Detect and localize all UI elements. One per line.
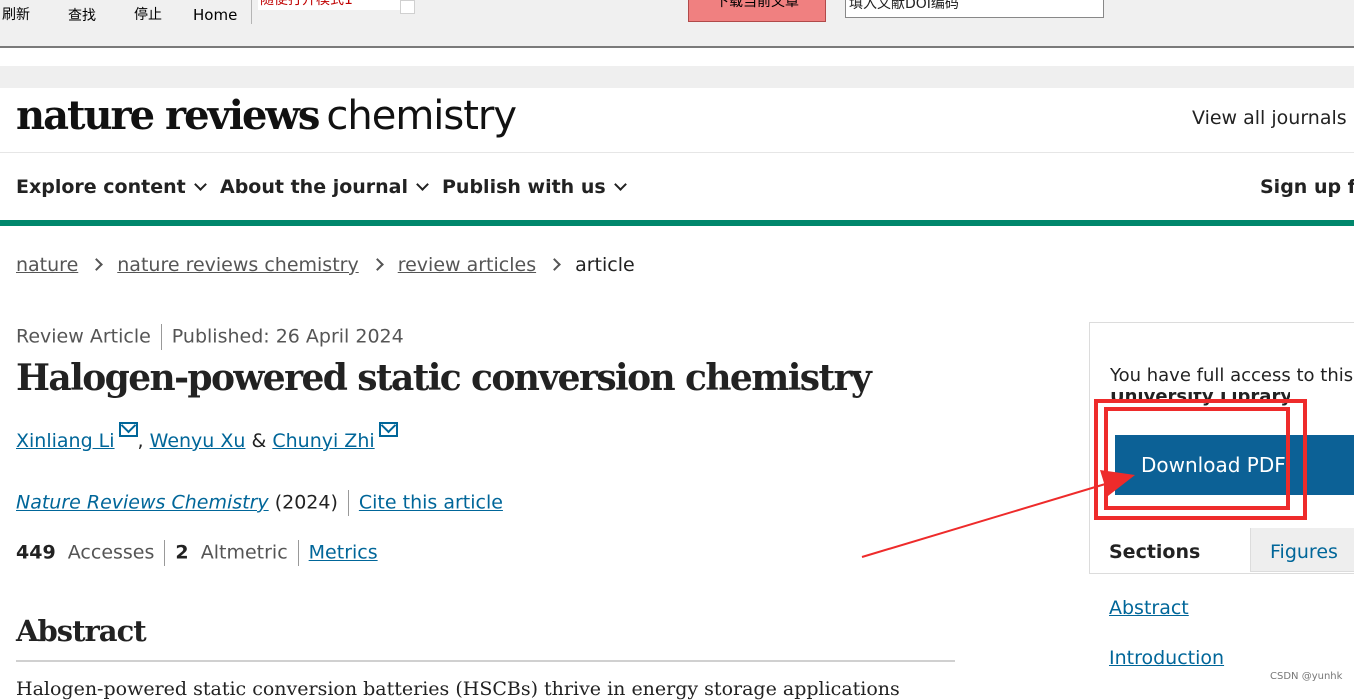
nav-sign-up[interactable]: Sign up fo bbox=[1260, 176, 1354, 198]
meta-divider bbox=[297, 540, 299, 566]
page-top-stripe bbox=[0, 66, 1354, 88]
chevron-down-icon bbox=[613, 178, 627, 191]
article-metrics: 449 Accesses 2 Altmetric Metrics bbox=[16, 540, 378, 566]
mode-dropdown-arrow[interactable] bbox=[400, 0, 415, 14]
chevron-right-icon bbox=[90, 258, 104, 271]
journal-logo[interactable]: nature reviews chemistry bbox=[16, 92, 517, 139]
chevron-down-icon bbox=[416, 178, 429, 191]
nav-explore-label: Explore content bbox=[16, 176, 186, 198]
breadcrumb-nature-reviews-chemistry[interactable]: nature reviews chemistry bbox=[117, 254, 358, 276]
meta-divider bbox=[160, 324, 162, 350]
journal-citation: Nature Reviews Chemistry (2024) Cite this… bbox=[16, 490, 503, 516]
toolbar-separator bbox=[251, 0, 252, 24]
doi-input[interactable]: 填入文献DOI编码 bbox=[845, 0, 1104, 18]
article-type: Review Article bbox=[16, 325, 151, 348]
section-link-abstract[interactable]: Abstract bbox=[1109, 597, 1189, 619]
nav-accent-bar bbox=[0, 220, 1354, 226]
find-button[interactable]: 查找 bbox=[68, 5, 96, 25]
author-link[interactable]: Chunyi Zhi bbox=[272, 430, 374, 452]
meta-divider bbox=[347, 490, 349, 516]
download-current-article-button[interactable]: 下载当前文章 bbox=[688, 0, 826, 22]
abstract-divider bbox=[16, 660, 955, 662]
section-link-introduction[interactable]: Introduction bbox=[1109, 647, 1224, 669]
mode-select[interactable]: 随便打开模式1 bbox=[258, 0, 400, 10]
logo-bold-text: nature reviews bbox=[16, 92, 320, 139]
breadcrumb-current: article bbox=[575, 254, 635, 276]
home-button[interactable]: Home bbox=[193, 6, 237, 24]
email-icon[interactable] bbox=[378, 422, 398, 437]
journal-name: Nature Reviews Chemistry bbox=[16, 491, 269, 514]
nav-publish[interactable]: Publish with us bbox=[442, 176, 627, 198]
access-notice: You have full access to this a bbox=[1110, 365, 1354, 386]
cite-article-link[interactable]: Cite this article bbox=[359, 492, 503, 514]
author-link[interactable]: Xinliang Li bbox=[16, 430, 115, 452]
meta-divider bbox=[164, 540, 166, 566]
accesses-label: Accesses bbox=[67, 541, 155, 564]
nav-about-journal[interactable]: About the journal bbox=[220, 176, 429, 198]
watermark: CSDN @yunhk bbox=[1270, 671, 1343, 682]
abstract-heading: Abstract bbox=[16, 614, 147, 648]
author-list: Xinliang Li, Wenyu Xu & Chunyi Zhi bbox=[16, 422, 398, 452]
stop-button[interactable]: 停止 bbox=[134, 4, 162, 24]
refresh-button[interactable]: 刷新 bbox=[2, 4, 30, 24]
chevron-down-icon bbox=[193, 178, 207, 191]
journal-link[interactable]: Nature Reviews Chemistry bbox=[16, 492, 269, 514]
metrics-link[interactable]: Metrics bbox=[309, 542, 378, 564]
email-icon[interactable] bbox=[118, 422, 138, 437]
browser-toolbar: 刷新 查找 停止 Home 随便打开模式1 下载当前文章 填入文献DOI编码 bbox=[0, 0, 1354, 48]
article-title: Halogen-powered static conversion chemis… bbox=[16, 357, 872, 399]
published-date: Published: 26 April 2024 bbox=[171, 325, 404, 348]
chevron-right-icon bbox=[548, 258, 561, 271]
author-separator: , bbox=[137, 430, 150, 452]
annotation-box-inner bbox=[1104, 407, 1290, 510]
author-link[interactable]: Wenyu Xu bbox=[150, 430, 246, 452]
view-all-journals-link[interactable]: View all journals bbox=[1192, 107, 1347, 129]
altmetric-count: 2 bbox=[175, 541, 189, 564]
logo-light-text: chemistry bbox=[326, 93, 517, 139]
abstract-text: Halogen-powered static conversion batter… bbox=[16, 678, 900, 700]
author-separator: & bbox=[245, 430, 273, 452]
breadcrumb-review-articles[interactable]: review articles bbox=[398, 254, 536, 276]
altmetric-label: Altmetric bbox=[200, 541, 288, 564]
tab-sections[interactable]: Sections bbox=[1090, 528, 1250, 572]
chevron-right-icon bbox=[370, 258, 384, 271]
tab-figures[interactable]: Figures bbox=[1250, 528, 1354, 572]
accesses-count: 449 bbox=[16, 541, 56, 564]
nav-explore-content[interactable]: Explore content bbox=[16, 176, 207, 198]
header-divider bbox=[0, 152, 1354, 153]
publication-year: (2024) bbox=[268, 491, 338, 514]
article-meta: Review Article Published: 26 April 2024 bbox=[16, 324, 404, 350]
nav-about-label: About the journal bbox=[220, 176, 409, 198]
breadcrumb-nature[interactable]: nature bbox=[16, 254, 78, 276]
breadcrumb: nature nature reviews chemistry review art… bbox=[16, 254, 635, 276]
nav-publish-label: Publish with us bbox=[442, 176, 606, 198]
